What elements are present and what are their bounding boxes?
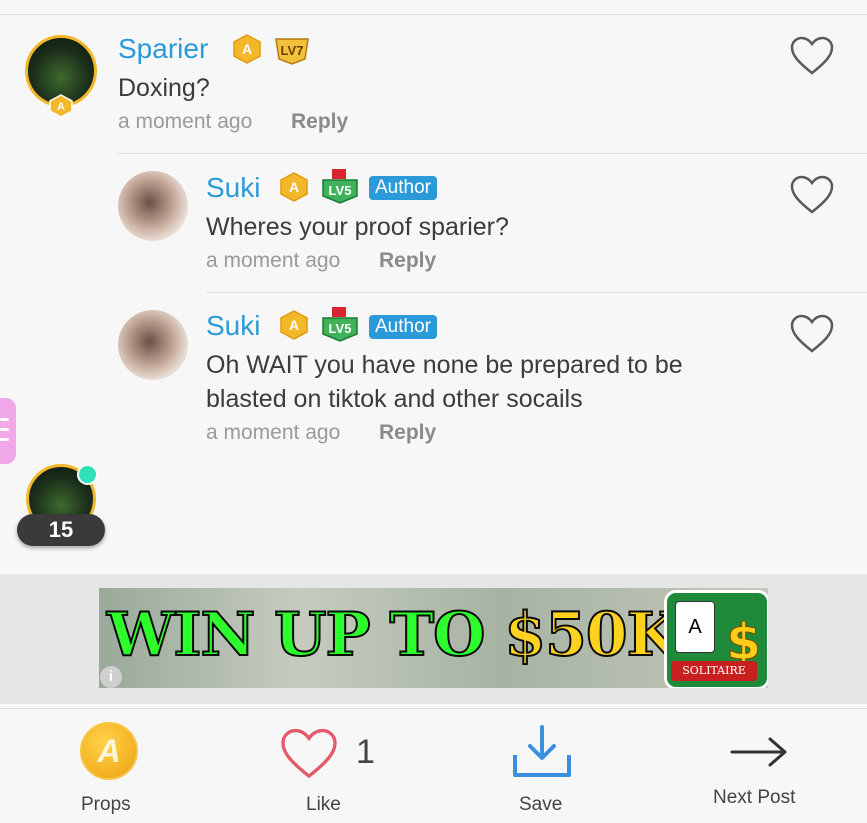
like-count: 1	[356, 733, 375, 771]
svg-text:A: A	[242, 41, 252, 57]
ad-headline-text: WIN UP TO	[106, 599, 505, 671]
heart-icon[interactable]	[790, 36, 834, 76]
level-badge-icon: LV7	[275, 38, 309, 65]
level-badge-icon: LV5	[322, 307, 358, 342]
avatar-amino-badge-icon: A	[49, 94, 73, 118]
comment-text: Wheres your proof sparier?	[206, 213, 509, 241]
comment-divider	[117, 153, 867, 154]
level-badge-icon: LV5	[322, 169, 358, 204]
reply-button[interactable]: Reply	[379, 249, 436, 273]
online-indicator	[77, 464, 98, 485]
avatar-suki[interactable]	[118, 171, 188, 241]
download-icon[interactable]	[512, 725, 572, 779]
comment-text: Doxing?	[118, 74, 210, 102]
amino-badge-icon: A	[280, 310, 308, 340]
save-label[interactable]: Save	[519, 794, 562, 816]
comment-time: a moment ago	[206, 421, 341, 444]
comment-time: a moment ago	[206, 249, 341, 272]
comment-time: a moment ago	[118, 110, 253, 133]
svg-text:LV7: LV7	[281, 43, 304, 58]
ad-headline: WIN UP TO $50K!	[106, 599, 705, 671]
ad-banner[interactable]: WIN UP TO $50K! A $ SOLITAIRE	[99, 588, 768, 688]
props-label[interactable]: Props	[81, 794, 131, 816]
comment-username[interactable]: Suki	[206, 310, 260, 342]
svg-text:A: A	[289, 179, 299, 195]
svg-text:LV5: LV5	[329, 183, 352, 198]
ad-app-logo: A $ SOLITAIRE	[664, 590, 768, 688]
side-menu-tab[interactable]	[0, 398, 16, 464]
author-tag: Author	[369, 176, 437, 200]
avatar-suki[interactable]	[118, 310, 188, 380]
top-divider	[0, 14, 867, 15]
comment-divider	[206, 292, 867, 293]
comment-text: Oh WAIT you have none be prepared to be …	[206, 351, 683, 413]
reply-button[interactable]: Reply	[291, 110, 348, 134]
author-tag: Author	[369, 315, 437, 339]
heart-icon[interactable]	[280, 728, 338, 780]
info-icon[interactable]: i	[100, 666, 122, 688]
menu-icon	[0, 418, 9, 421]
comment-username[interactable]: Suki	[206, 172, 260, 204]
svg-text:LV5: LV5	[329, 321, 352, 336]
svg-text:A: A	[289, 317, 299, 333]
like-label[interactable]: Like	[306, 794, 341, 816]
floating-count-badge[interactable]: 15	[17, 514, 105, 546]
heart-icon[interactable]	[790, 314, 834, 354]
menu-icon-line	[0, 438, 9, 441]
arrow-right-icon[interactable]	[730, 735, 788, 769]
comment-username[interactable]: Sparier	[118, 33, 208, 65]
playing-cards-icon: A	[675, 601, 715, 653]
amino-badge-icon: A	[280, 172, 308, 202]
reply-button[interactable]: Reply	[379, 421, 436, 445]
next-post-label[interactable]: Next Post	[713, 787, 795, 809]
amino-badge-icon: A	[233, 34, 261, 64]
svg-text:A: A	[57, 101, 65, 113]
coin-icon[interactable]: A	[80, 722, 138, 780]
menu-icon-line	[0, 428, 9, 431]
heart-icon[interactable]	[790, 175, 834, 215]
ad-logo-banner: SOLITAIRE	[671, 661, 757, 681]
